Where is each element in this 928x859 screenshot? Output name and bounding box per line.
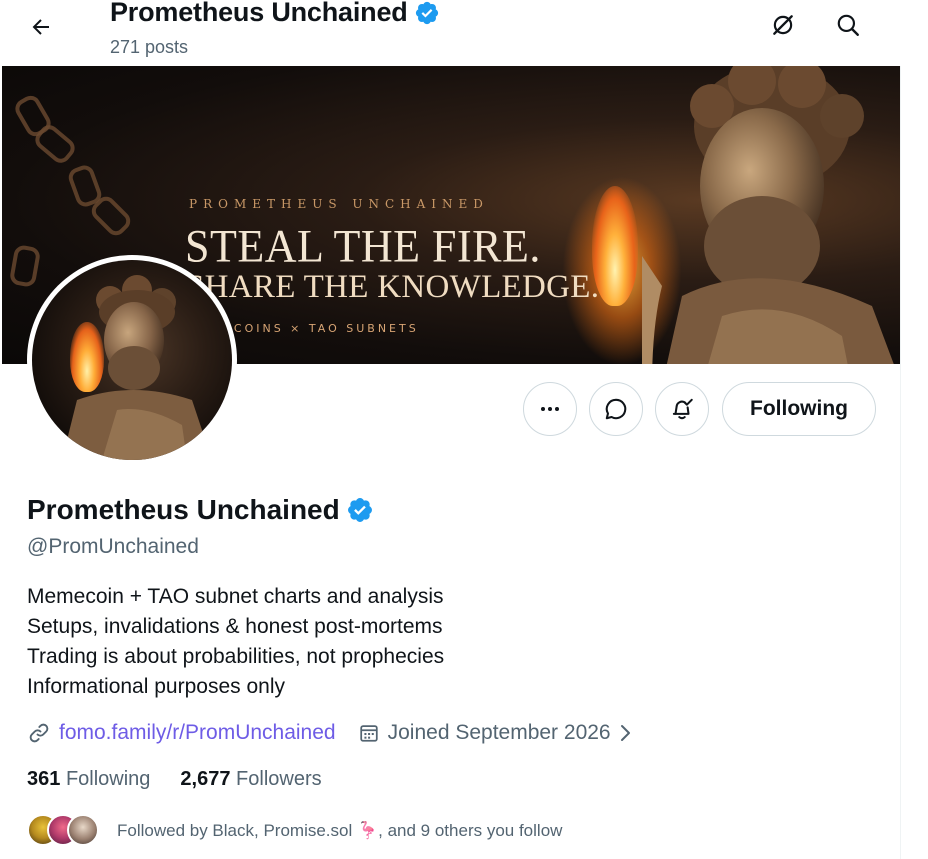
arrow-left-icon [32,19,49,35]
chevron-right-icon[interactable] [617,722,635,744]
followers-stat[interactable]: 2,677 Followers [180,768,321,791]
followers-label: Followers [236,768,322,790]
top-bar: Prometheus Unchained 271 posts [0,0,901,66]
bio-line: Memecoin + TAO subnet charts and analysi… [27,585,444,608]
avatar[interactable] [27,255,237,465]
followed-by-text: Followed by Black, Promise.sol 🦩, and 9 … [117,821,563,840]
avatar-image [32,260,232,460]
link-icon [27,721,51,745]
verified-badge-icon[interactable] [346,496,374,524]
search-icon [837,14,859,36]
following-stat[interactable]: 361 Following [27,768,150,791]
grok-icon [773,15,793,35]
search-button[interactable] [829,6,867,44]
grok-button[interactable] [764,6,802,44]
avatar-statue-image [62,275,212,460]
bell-check-icon [672,398,693,420]
profile-link[interactable]: fomo.family/r/PromUnchained [59,721,336,745]
banner-headline-2: SHARE THE KNOWLEDGE. [186,269,600,305]
profile-handle: @PromUnchained [27,535,199,558]
banner-kicker: PROMETHEUS UNCHAINED [189,197,489,211]
bio-line: Informational purposes only [27,675,285,698]
followed-by[interactable]: Followed by Black, Promise.sol 🦩, and 9 … [27,814,562,848]
back-button[interactable] [22,8,60,46]
following-button[interactable]: Following [722,382,876,436]
follower-avatar [67,814,99,846]
message-icon [605,398,627,420]
follower-avatars [27,814,103,848]
profile-name: Prometheus Unchained [27,494,374,526]
bio-line: Trading is about probabilities, not prop… [27,645,445,668]
followers-count: 2,677 [180,768,231,790]
avatar-flame [70,322,104,392]
header-title-text: Prometheus Unchained [110,0,408,27]
verified-badge-icon [415,1,438,24]
banner-headline-1: STEAL THE FIRE. [185,220,541,273]
profile-name-text: Prometheus Unchained [27,494,340,525]
joined-date: Joined September 2026 [387,721,611,744]
bio-line: Setups, invalidations & honest post-mort… [27,615,443,638]
header-title: Prometheus Unchained [110,0,440,28]
profile-stats: 361 Following 2,677 Followers [27,768,322,791]
more-button[interactable] [523,382,577,436]
profile-bio: Memecoin + TAO subnet charts and analysi… [27,582,444,702]
post-count: 271 posts [110,37,189,57]
more-icon [541,407,559,411]
statue-image [642,66,894,364]
notifications-button[interactable] [655,382,709,436]
following-label: Following [65,768,151,790]
calendar-icon [358,722,380,744]
message-button[interactable] [589,382,643,436]
profile-column: Prometheus Unchained 271 posts PROMETHEU… [0,0,901,859]
profile-meta: fomo.family/r/PromUnchained Joined Septe… [27,718,635,748]
following-count: 361 [27,768,61,790]
